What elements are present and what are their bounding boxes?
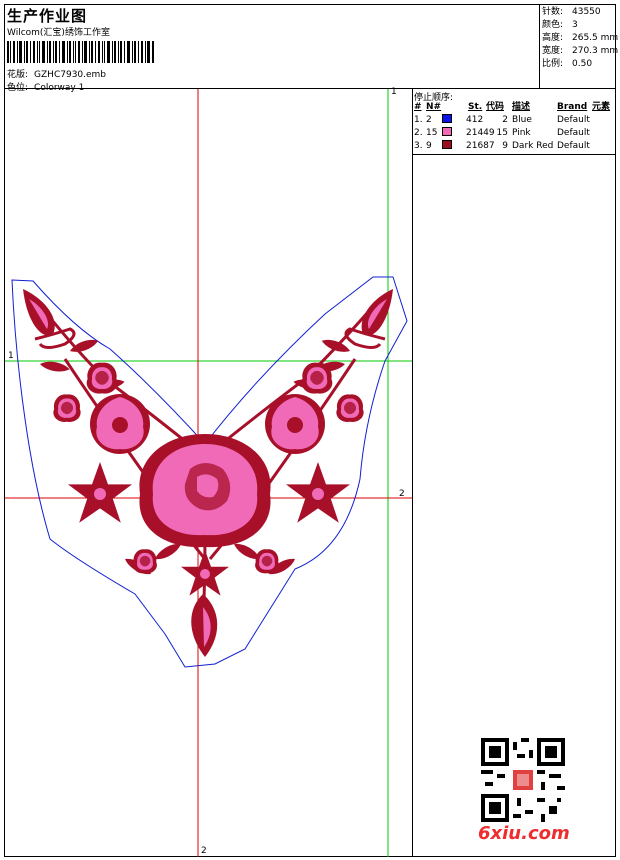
row-index: 2. (414, 128, 423, 138)
stat-height: 高度: 265.5 mm (542, 32, 618, 45)
col-header: 元素 (592, 102, 611, 112)
needle-number: 15 (426, 128, 438, 138)
qr-code (481, 738, 565, 822)
stat-label: 针数: (542, 7, 564, 17)
table-row: 3. 9 21687 9 Dark Red Default (414, 140, 614, 153)
flower-small (336, 394, 364, 423)
row-index: 1. (414, 115, 423, 125)
stat-stitches: 针数: 43550 (542, 6, 614, 19)
divider (412, 88, 413, 857)
table-header: # N# St. 代码 描述 Brand 元素 (414, 101, 614, 114)
stat-label: 比例: (542, 59, 564, 69)
stat-value: 0.50 (572, 59, 593, 69)
col-header: 代码 (486, 102, 505, 112)
pattern-line: 花版: GZHC7930.emb (7, 67, 106, 80)
divider (412, 154, 616, 155)
bud-bottom (191, 594, 218, 657)
watermark: 6xiu.com (478, 823, 570, 844)
table-row: 2. 15 21449 15 Pink Default (414, 127, 614, 140)
brand: Default (557, 141, 590, 151)
stitch-count: 21687 (466, 141, 495, 151)
stat-value: 43550 (572, 7, 601, 17)
stat-colors: 颜色: 3 (542, 19, 614, 32)
embroidery-design-canvas[interactable] (5, 89, 412, 857)
flower-right (265, 394, 325, 454)
row-index: 3. (414, 141, 423, 151)
stats-panel: 针数: 43550 颜色: 3 高度: 265.5 mm 宽度: 270.3 mm 比例… (542, 6, 618, 71)
color-swatch (442, 127, 452, 136)
stat-value: 3 (572, 20, 578, 30)
guide-label: 1 (8, 351, 14, 361)
central-rose (139, 434, 271, 548)
col-header: Brand (557, 102, 588, 112)
color-code: 9 (502, 141, 508, 151)
stitch-count: 21449 (466, 128, 495, 138)
needle-number: 9 (426, 141, 432, 151)
bud-top-left (23, 289, 55, 336)
col-header: N# (426, 102, 442, 112)
stat-label: 宽度: (542, 46, 564, 56)
brand: Default (557, 128, 590, 138)
company-name: Wilcom(汇宝)绣饰工作室 (7, 28, 110, 38)
pattern-file: GZHC7930.emb (34, 70, 107, 80)
color-swatch (442, 140, 452, 149)
star-center (200, 569, 210, 579)
guide-label: 2 (201, 846, 207, 856)
color-description: Dark Red (512, 141, 554, 151)
flower-left (90, 394, 150, 454)
page-title: 生产作业图 (7, 7, 88, 25)
color-description: Blue (512, 115, 532, 125)
leaf (320, 336, 352, 356)
stitch-count: 412 (466, 115, 484, 125)
flower-small (255, 549, 279, 574)
stop-sequence-table: # N# St. 代码 描述 Brand 元素 1. 2 412 2 Blue … (414, 101, 614, 153)
table-row: 1. 2 412 2 Blue Default (414, 114, 614, 127)
stat-value: 265.5 mm (572, 33, 619, 43)
header: 生产作业图 Wilcom(汇宝)绣饰工作室 花版: GZHC7930.emb 色… (5, 5, 540, 93)
barcode (7, 41, 154, 63)
color-code: 15 (496, 128, 508, 138)
stat-value: 270.3 mm (572, 46, 619, 56)
star-center (94, 488, 106, 500)
flower-small (53, 394, 81, 423)
col-header: 描述 (512, 102, 531, 112)
guide-label: 2 (399, 489, 405, 499)
col-header: St. (468, 102, 483, 112)
star-center (312, 488, 324, 500)
stat-label: 高度: (542, 33, 564, 43)
col-header: # (414, 102, 422, 112)
brand: Default (557, 115, 590, 125)
stat-label: 颜色: (542, 20, 564, 30)
stat-scale: 比例: 0.50 (542, 58, 614, 71)
color-description: Pink (512, 128, 531, 138)
flower-small (133, 549, 157, 574)
flower-small (86, 362, 118, 394)
color-swatch (442, 114, 452, 123)
color-code: 2 (502, 115, 508, 125)
guide-label: 1 (391, 87, 397, 97)
flower-small (301, 362, 333, 394)
pattern-label: 花版: (7, 70, 29, 80)
needle-number: 2 (426, 115, 432, 125)
stat-width: 宽度: 270.3 mm (542, 45, 618, 58)
divider (539, 5, 540, 88)
